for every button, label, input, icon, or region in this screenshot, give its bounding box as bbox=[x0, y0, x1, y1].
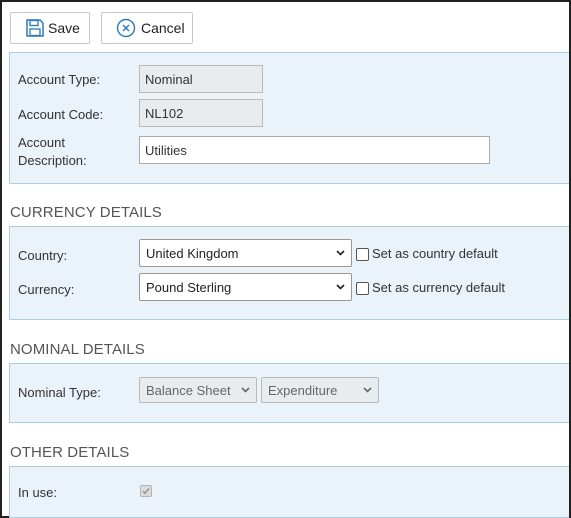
nominal-category-value: Expenditure bbox=[268, 382, 338, 398]
country-default-label: Set as country default bbox=[372, 246, 498, 261]
other-details-heading: OTHER DETAILS bbox=[10, 444, 130, 461]
currency-panel: Country: United Kingdom Set as country d… bbox=[9, 226, 569, 320]
chevron-down-icon bbox=[363, 387, 372, 393]
currency-label: Currency: bbox=[18, 282, 75, 297]
nominal-type-value: Balance Sheet bbox=[146, 382, 231, 398]
account-type-label: Account Type: bbox=[18, 72, 101, 87]
nominal-details-heading: NOMINAL DETAILS bbox=[10, 341, 145, 358]
chevron-down-icon bbox=[241, 387, 250, 393]
save-label: Save bbox=[48, 20, 80, 36]
country-select-value: United Kingdom bbox=[146, 245, 239, 261]
chevron-down-icon bbox=[336, 284, 345, 290]
account-description-label-line2: Description: bbox=[18, 153, 87, 168]
save-button[interactable]: Save bbox=[10, 12, 90, 44]
country-select[interactable]: United Kingdom bbox=[139, 239, 352, 267]
cancel-icon bbox=[116, 18, 136, 38]
account-code-label: Account Code: bbox=[18, 107, 104, 122]
account-panel: Account Type: Nominal Account Code: NL10… bbox=[9, 52, 569, 184]
nominal-type-select: Balance Sheet bbox=[139, 377, 257, 403]
country-label: Country: bbox=[18, 248, 68, 263]
nominal-category-select: Expenditure bbox=[261, 377, 379, 403]
country-default-checkbox[interactable] bbox=[356, 248, 369, 261]
currency-default-checkbox[interactable] bbox=[356, 282, 369, 295]
nominal-panel: Nominal Type: Balance Sheet Expenditure bbox=[9, 363, 569, 423]
currency-details-heading: CURRENCY DETAILS bbox=[10, 204, 162, 221]
checkbox-checked-icon bbox=[142, 487, 150, 495]
save-icon bbox=[25, 18, 45, 38]
nominal-type-label: Nominal Type: bbox=[18, 385, 101, 400]
account-code-field: NL102 bbox=[139, 99, 263, 127]
chevron-down-icon bbox=[336, 250, 345, 256]
currency-default-label: Set as currency default bbox=[372, 280, 505, 295]
other-panel: In use: bbox=[9, 466, 569, 518]
currency-select[interactable]: Pound Sterling bbox=[139, 273, 352, 301]
account-description-input[interactable]: Utilities bbox=[139, 136, 490, 164]
in-use-checkbox bbox=[140, 485, 152, 497]
cancel-label: Cancel bbox=[141, 20, 185, 36]
currency-select-value: Pound Sterling bbox=[146, 279, 232, 295]
account-type-field: Nominal bbox=[139, 65, 263, 93]
in-use-label: In use: bbox=[18, 485, 58, 500]
account-description-label-line1: Account bbox=[18, 135, 65, 150]
cancel-button[interactable]: Cancel bbox=[101, 12, 193, 44]
